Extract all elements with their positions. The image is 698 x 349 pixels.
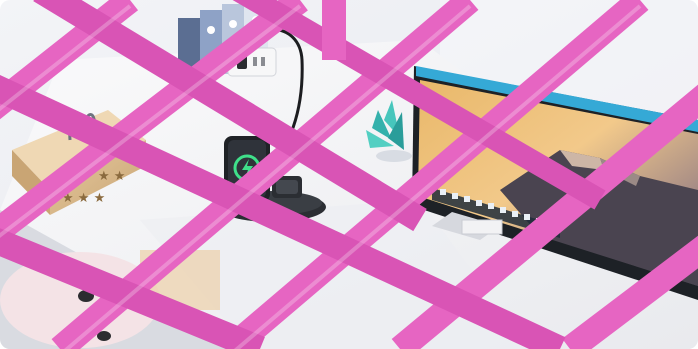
product-photo: ★ ★ ★ ★ ★ <box>0 0 698 349</box>
svg-text:★ ★: ★ ★ <box>98 169 125 184</box>
